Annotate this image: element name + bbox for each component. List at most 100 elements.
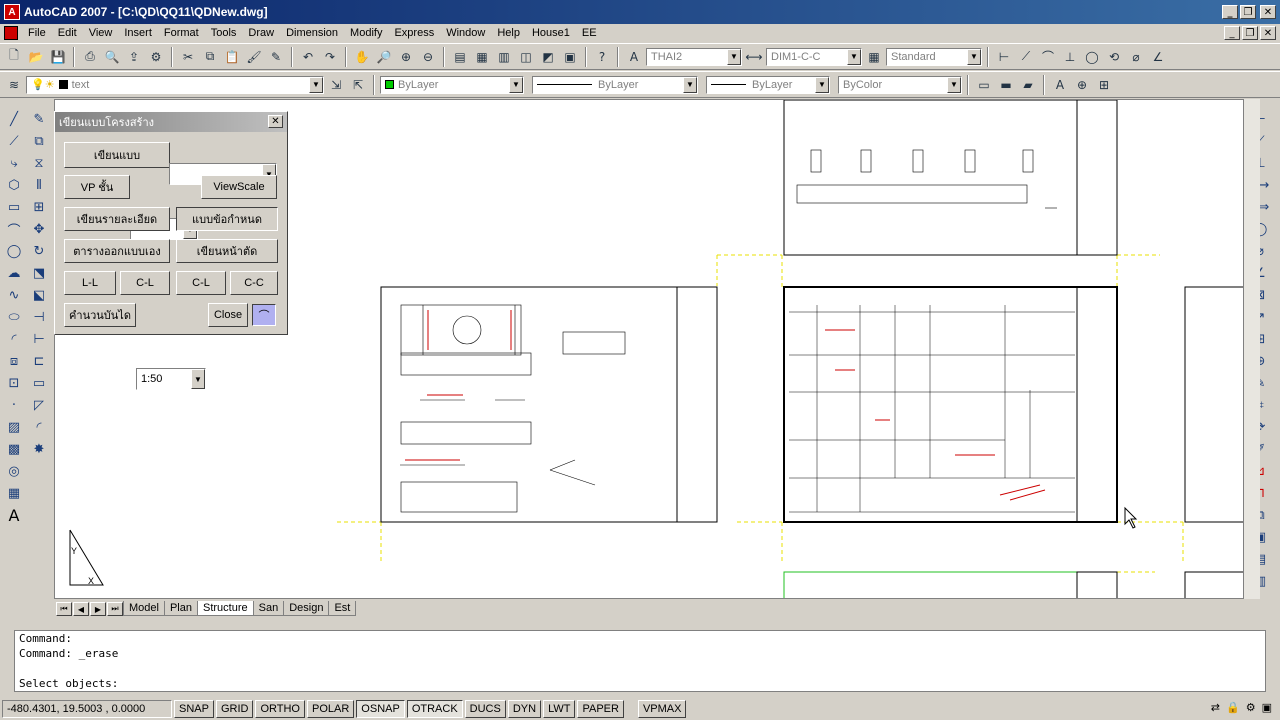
color-select[interactable]: ByLayer ▼: [380, 75, 524, 94]
block-editor-icon[interactable]: ✎: [266, 47, 286, 67]
table-style-icon[interactable]: ▦: [864, 47, 884, 67]
explode-icon[interactable]: ✸: [27, 438, 51, 460]
stretch-icon[interactable]: ⬕: [27, 284, 51, 306]
last-tab-icon[interactable]: ⏭: [107, 602, 123, 616]
grid-toggle[interactable]: GRID: [215, 700, 254, 718]
layer-select[interactable]: 💡☀ text ▼: [26, 75, 324, 94]
snap-toggle[interactable]: SNAP: [174, 700, 214, 718]
menu-tools[interactable]: Tools: [205, 27, 243, 39]
multiline-text-icon[interactable]: A: [2, 504, 26, 526]
tab-structure[interactable]: Structure: [197, 601, 254, 616]
otrack-toggle[interactable]: OTRACK: [406, 700, 463, 718]
text-style-select[interactable]: THAI2 ▼: [646, 47, 742, 66]
dyn-toggle[interactable]: DYN: [507, 700, 542, 718]
layout-icon[interactable]: ▭: [974, 75, 994, 95]
menu-help[interactable]: Help: [491, 27, 526, 39]
break-icon[interactable]: ⊏: [27, 350, 51, 372]
arc-icon[interactable]: ⌒: [2, 218, 26, 240]
menu-dimension[interactable]: Dimension: [280, 27, 344, 39]
ellipse-icon[interactable]: ⬭: [2, 306, 26, 328]
join-icon[interactable]: ▭: [27, 372, 51, 394]
plotstyle-select[interactable]: ByColor ▼: [838, 75, 962, 94]
communication-icon[interactable]: ⇄: [1211, 701, 1220, 714]
tool-palettes-icon[interactable]: ▥: [494, 47, 514, 67]
palette-close-button[interactable]: Close: [208, 303, 248, 327]
first-tab-icon[interactable]: ⏮: [56, 602, 72, 616]
scale-icon[interactable]: ⬔: [27, 262, 51, 284]
paste-icon[interactable]: 📋: [222, 47, 242, 67]
table-icon[interactable]: ▦: [2, 482, 26, 504]
detail-button[interactable]: เขียนรายละเอียด: [64, 207, 170, 231]
zoom-window-icon[interactable]: ⊕: [396, 47, 416, 67]
linetype-select[interactable]: ByLayer ▼: [532, 75, 698, 94]
arc-length-icon[interactable]: ⌒: [1038, 47, 1058, 67]
undo-icon[interactable]: ↶: [298, 47, 318, 67]
menu-draw[interactable]: Draw: [242, 27, 280, 39]
hatch-icon[interactable]: ▨: [2, 416, 26, 438]
vertical-scrollbar[interactable]: [1244, 99, 1260, 599]
properties-icon[interactable]: ▤: [450, 47, 470, 67]
chamfer-icon[interactable]: ◸: [27, 394, 51, 416]
restore-button[interactable]: ❐: [1240, 5, 1256, 19]
open-icon[interactable]: 📂: [26, 47, 46, 67]
point-icon[interactable]: ·: [2, 394, 26, 416]
line-icon[interactable]: ╱: [2, 108, 26, 130]
layer-manager-icon[interactable]: ≋: [4, 75, 24, 95]
polygon-icon[interactable]: ⬡: [2, 174, 26, 196]
page-setup-icon[interactable]: ▰: [1018, 75, 1038, 95]
jogged-icon[interactable]: ⟲: [1104, 47, 1124, 67]
redo-icon[interactable]: ↷: [320, 47, 340, 67]
vpmax-button[interactable]: VPMAX: [637, 700, 687, 718]
spline-icon[interactable]: ∿: [2, 284, 26, 306]
menu-modify[interactable]: Modify: [344, 27, 388, 39]
doc-minimize-button[interactable]: _: [1224, 26, 1240, 40]
dim-style-icon[interactable]: ⟷: [744, 47, 764, 67]
layer-previous-icon[interactable]: ⇱: [348, 75, 368, 95]
polyline-icon[interactable]: ⤷: [2, 152, 26, 174]
cl-button-2[interactable]: C-L: [176, 271, 226, 295]
linear-dim-icon[interactable]: ⊢: [994, 47, 1014, 67]
ducs-toggle[interactable]: DUCS: [464, 700, 506, 718]
lineweight-select[interactable]: ByLayer ▼: [706, 75, 830, 94]
offset-icon[interactable]: ⫴: [27, 174, 51, 196]
clean-screen-icon[interactable]: ▣: [1262, 701, 1272, 714]
save-icon[interactable]: 💾: [48, 47, 68, 67]
match-properties-icon[interactable]: 🖌: [244, 47, 264, 67]
polar-toggle[interactable]: POLAR: [307, 700, 355, 718]
ordinate-icon[interactable]: ⊥: [1060, 47, 1080, 67]
print-icon[interactable]: ⎙: [80, 47, 100, 67]
publish-icon[interactable]: ⇪: [124, 47, 144, 67]
tab-san[interactable]: San: [252, 601, 285, 616]
help-icon[interactable]: ?: [592, 47, 612, 67]
construction-line-icon[interactable]: ⟋: [2, 130, 26, 152]
trim-icon[interactable]: ⊣: [27, 306, 51, 328]
design-center-icon[interactable]: ▦: [472, 47, 492, 67]
menu-insert[interactable]: Insert: [118, 27, 158, 39]
osnap-toggle[interactable]: OSNAP: [356, 700, 405, 718]
table-style-select[interactable]: Standard ▼: [886, 47, 982, 66]
make-block-icon[interactable]: ⊡: [2, 372, 26, 394]
copy-icon[interactable]: ⧉: [200, 47, 220, 67]
doc-close-button[interactable]: ✕: [1260, 26, 1276, 40]
plot-icon[interactable]: ⚙: [146, 47, 166, 67]
circle-icon[interactable]: ◯: [2, 240, 26, 262]
document-icon[interactable]: [4, 26, 18, 40]
menu-edit[interactable]: Edit: [52, 27, 83, 39]
ortho-toggle[interactable]: ORTHO: [255, 700, 305, 718]
palette-title-bar[interactable]: เขียนแบบโครงสร้าง ✕: [55, 112, 287, 132]
attribute-icon[interactable]: ⊞: [1094, 75, 1114, 95]
coordinates-display[interactable]: -480.4301, 19.5003 , 0.0000: [2, 700, 172, 718]
ll-button[interactable]: L-L: [64, 271, 116, 295]
viewport-icon[interactable]: ▬: [996, 75, 1016, 95]
prev-tab-icon[interactable]: ◀: [73, 602, 89, 616]
mirror-icon[interactable]: ⧖: [27, 152, 51, 174]
stair-calc-button[interactable]: คำนวนบันได: [64, 303, 136, 327]
minimize-button[interactable]: _: [1222, 5, 1238, 19]
region-icon[interactable]: ◎: [2, 460, 26, 482]
make-current-layer-icon[interactable]: ⇲: [326, 75, 346, 95]
command-window[interactable]: Command: Command: _erase Select objects:: [14, 630, 1266, 692]
pan-icon[interactable]: ✋: [352, 47, 372, 67]
new-icon[interactable]: 🗋: [4, 47, 24, 67]
insert-block-icon[interactable]: ⧈: [2, 350, 26, 372]
stair-scale-select[interactable]: 1:50 ▼: [136, 368, 206, 390]
